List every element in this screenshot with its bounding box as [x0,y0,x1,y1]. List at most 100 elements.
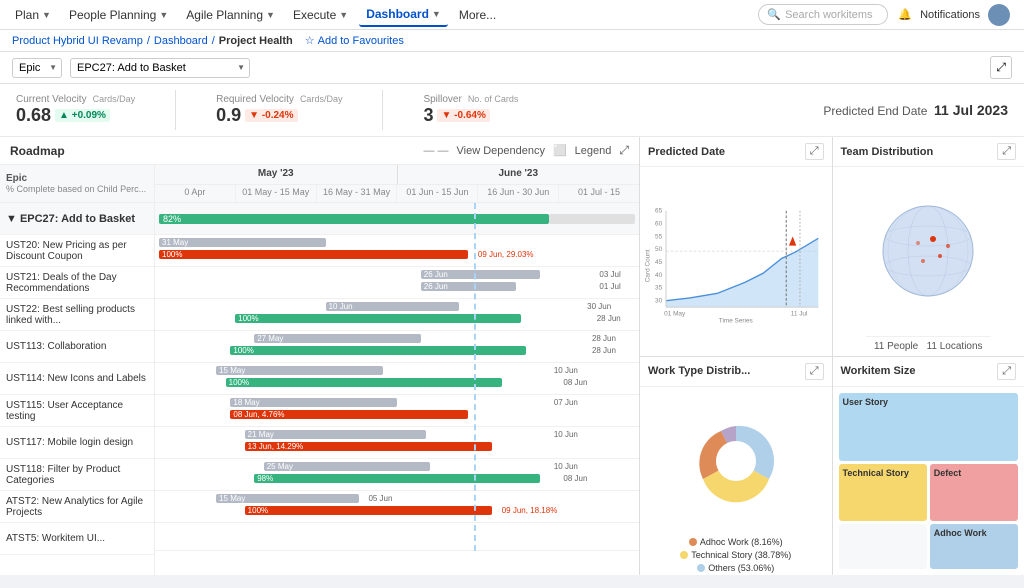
dashboard-chevron-icon: ▼ [432,9,441,19]
predicted-date-panel: Predicted Date ⤢ 65 60 55 50 45 40 35 30 [640,137,832,356]
svg-text:45: 45 [655,259,663,266]
breadcrumb-part-2[interactable]: Dashboard [154,35,208,47]
roadmap-panel: Roadmap — — View Dependency ⬜ Legend ⤢ E… [0,137,640,575]
epic-filter-select[interactable]: Epic [12,58,62,78]
epic-value-filter-wrap: EPC27: Add to Basket [70,58,250,78]
required-velocity-metric: Required Velocity Cards/Day 0.9 ▼ -0.24% [216,94,342,126]
workitem-size-body: User Story Technical Story Defect Adhoc … [833,387,1024,576]
gantt-row-ust118: 25 May 10 Jun 98% 08 Jun [155,459,639,491]
dependency-line-icon: — — [423,145,448,157]
work-type-expand-button[interactable]: ⤢ [805,363,824,380]
gantt-row-ust114: 15 May 10 Jun 100% 08 Jun [155,363,639,395]
svg-text:35: 35 [655,285,663,292]
date-cell: 16 Jun - 30 Jun [478,185,559,202]
treemap-technical-story: Technical Story [839,464,927,521]
metrics-bar: Current Velocity Cards/Day 0.68 ▲ +0.09%… [0,84,1024,137]
team-distribution-expand-button[interactable]: ⤢ [997,143,1016,160]
search-bar[interactable]: 🔍 Search workitems [758,4,888,25]
gantt-row-atst5 [155,523,639,551]
breadcrumb-part-1[interactable]: Product Hybrid UI Revamp [12,35,143,47]
breadcrumb-current: Project Health [219,35,293,47]
epic-filter-wrap: Epic [12,58,62,78]
gantt-label-row: UST21: Deals of the Day Recommendations [0,267,154,299]
svg-text:Time Series: Time Series [719,318,753,325]
gantt-row-ust115: 18 May 07 Jun 08 Jun, 4.76% [155,395,639,427]
svg-text:Card Count: Card Count [645,249,652,282]
gantt-row-ust20: 31 May 100% 09 Jun, 29.03% [155,235,639,267]
predicted-date-title: Predicted Date [648,146,805,158]
spillover-metric: Spillover No. of Cards 3 ▼ -0.64% [423,94,518,126]
execute-chevron-icon: ▼ [339,10,348,20]
nav-more[interactable]: More... [452,4,503,26]
roadmap-expand-icon[interactable]: ⤢ [619,143,629,158]
legend-technical: Technical Story (38.78%) [680,550,791,560]
gantt-label-row: UST115: User Acceptance testing [0,395,154,427]
top-nav: Plan ▼ People Planning ▼ Agile Planning … [0,0,1024,30]
gantt-label-row: ATST2: New Analytics for Agile Projects [0,491,154,523]
work-type-panel: Work Type Distrib... ⤢ [640,357,832,576]
gantt-container: Epic % Complete based on Child Perc... ▼… [0,165,639,575]
date-cell: 01 May - 15 May [236,185,317,202]
work-type-legend: Adhoc Work (8.16%) Technical Story (38.7… [640,535,832,575]
roadmap-title: Roadmap [10,144,65,158]
gantt-label-row: UST113: Collaboration [0,331,154,363]
svg-text:65: 65 [655,208,663,215]
epic-value-select[interactable]: EPC27: Add to Basket [70,58,250,78]
workitem-size-panel: Workitem Size ⤢ User Story Technical Sto… [833,357,1024,576]
team-distribution-header: Team Distribution ⤢ [833,137,1024,167]
date-cell: 01 Jul - 15 [559,185,639,202]
nav-plan[interactable]: Plan ▼ [8,4,58,26]
gantt-row-atst2: 15 May 05 Jun 100% 09 Jun, 18.18% [155,491,639,523]
spillover-delta: ▼ -0.64% [437,109,489,122]
nav-agile-planning[interactable]: Agile Planning ▼ [179,4,282,26]
gantt-row-ust113: 27 May 28 Jun 100% 28 Jun [155,331,639,363]
team-distribution-footer: 11 People 11 Locations [866,336,991,356]
search-icon: 🔍 [767,8,781,21]
people-planning-chevron-icon: ▼ [159,10,168,20]
main-area: Roadmap — — View Dependency ⬜ Legend ⤢ E… [0,137,1024,575]
predicted-end-date: Predicted End Date 11 Jul 2023 [823,102,1008,118]
roadmap-actions: — — View Dependency ⬜ Legend ⤢ [423,143,629,158]
work-type-title: Work Type Distrib... [648,365,805,377]
gantt-row-ust21: 26 Jun 03 Jul 26 Jun 01 Jul [155,267,639,299]
gantt-label-row[interactable]: ▼ EPC27: Add to Basket [0,203,154,235]
svg-text:50: 50 [655,246,663,253]
current-velocity-value: 0.68 [16,105,51,126]
date-cell: 16 May - 31 May [317,185,398,202]
treemap-empty [839,524,927,569]
svg-text:60: 60 [655,220,663,227]
view-dependency-link[interactable]: View Dependency [457,145,545,157]
workitem-size-title: Workitem Size [841,365,998,377]
bell-icon[interactable]: 🔔 [898,8,912,21]
treemap-defect: Defect [930,464,1018,521]
team-distribution-panel: Team Distribution ⤢ [833,137,1024,356]
nav-dashboard[interactable]: Dashboard ▼ [359,3,448,27]
month-may: May '23 [155,165,398,184]
svg-text:01 May: 01 May [664,310,686,317]
nav-people-planning[interactable]: People Planning ▼ [62,4,175,26]
month-june: June '23 [398,165,640,184]
svg-text:55: 55 [655,233,663,240]
breadcrumb: Product Hybrid UI Revamp / Dashboard / P… [0,30,1024,52]
svg-text:40: 40 [655,272,663,279]
fullscreen-button[interactable]: ⤢ [990,56,1012,79]
predicted-date-expand-button[interactable]: ⤢ [805,143,824,160]
predicted-date-header: Predicted Date ⤢ [640,137,832,167]
avatar[interactable] [988,4,1010,26]
gantt-row-epc27: 82% [155,203,639,235]
right-panels: Predicted Date ⤢ 65 60 55 50 45 40 35 30 [640,137,1024,575]
gantt-label-row: UST118: Filter by Product Categories [0,459,154,491]
star-icon: ☆ [305,34,315,47]
treemap-adhoc-work: Adhoc Work [930,524,1018,569]
work-type-header: Work Type Distrib... ⤢ [640,357,832,387]
gantt-labels: Epic % Complete based on Child Perc... ▼… [0,165,155,575]
legend-link[interactable]: Legend [575,145,612,157]
add-to-favourites-button[interactable]: ☆ Add to Favourites [305,34,404,47]
required-velocity-value: 0.9 [216,105,241,126]
workitem-size-expand-button[interactable]: ⤢ [997,363,1016,380]
gantt-row-ust22: 10 Jun 30 Jun 100% 28 Jun [155,299,639,331]
svg-text:30: 30 [655,298,663,305]
nav-execute[interactable]: Execute ▼ [286,4,355,26]
agile-planning-chevron-icon: ▼ [266,10,275,20]
gantt-label-row: ATST5: Workitem UI... [0,523,154,555]
